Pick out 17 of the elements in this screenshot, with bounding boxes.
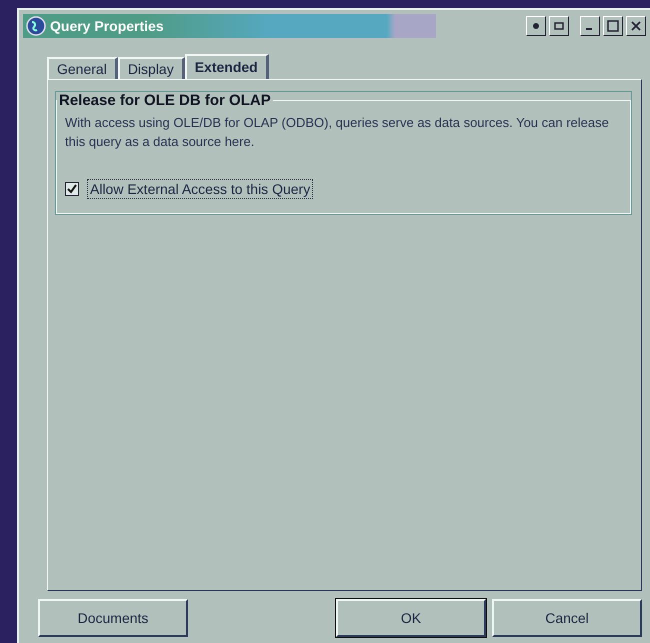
dialog-button[interactable]: Cancel — [492, 599, 642, 637]
globe-icon — [26, 16, 46, 36]
dialog-button[interactable]: OK — [336, 599, 486, 637]
window-title: Query Properties — [50, 18, 164, 34]
group-title: Release for OLE DB for OLAP — [58, 92, 272, 109]
restore-icon[interactable] — [549, 16, 569, 36]
back-icon[interactable] — [526, 16, 546, 36]
close-icon[interactable] — [626, 16, 646, 36]
checkbox-label: Allow External Access to this Query — [87, 179, 314, 199]
tab[interactable]: Extended — [184, 54, 269, 79]
description-text: With access using OLE/DB for OLAP (ODBO), queries serve as data sources. You can release this query as a data source here. — [65, 114, 610, 151]
tab[interactable]: Display — [118, 57, 185, 79]
maximize-icon[interactable] — [603, 16, 623, 36]
tab[interactable]: General — [47, 57, 118, 79]
minimize-icon[interactable] — [580, 16, 600, 36]
dialog-button[interactable]: Documents — [38, 599, 188, 637]
checkbox[interactable] — [65, 182, 79, 196]
